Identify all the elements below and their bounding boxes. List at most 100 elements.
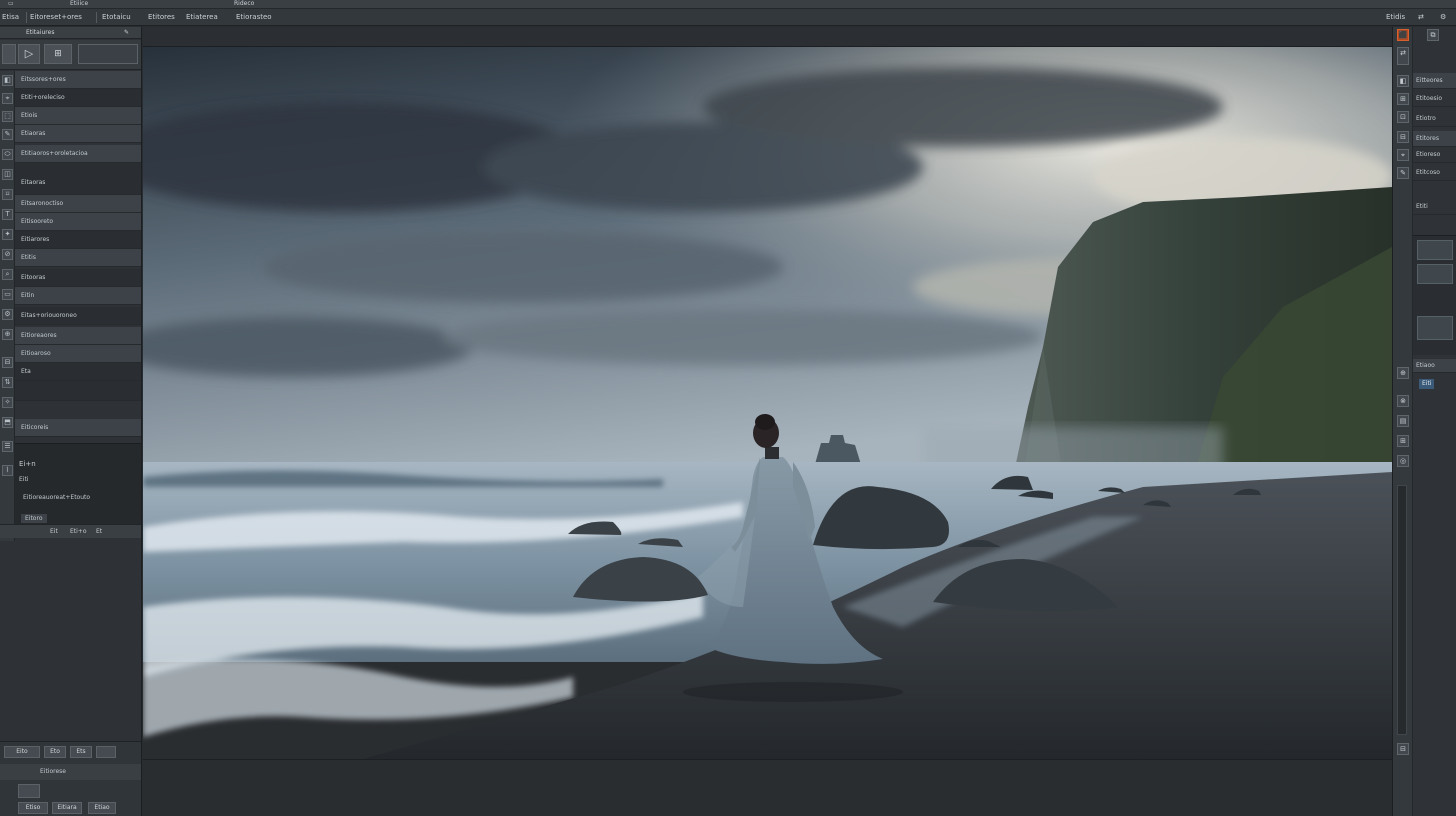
grid-icon[interactable]: ⊞: [44, 44, 72, 64]
bottom-button[interactable]: Eito: [4, 746, 40, 758]
eraser-icon[interactable]: ⊘: [2, 249, 13, 260]
bottom-button[interactable]: Etiso: [18, 802, 48, 814]
panel-icon[interactable]: ⊕: [1397, 367, 1409, 379]
menu-item-2[interactable]: Rideco: [234, 0, 274, 9]
swap-panel-icon[interactable]: ⇄: [1397, 47, 1409, 65]
lasso-icon[interactable]: ⬭: [2, 149, 13, 160]
options-item-2[interactable]: Eitoreset+ores: [30, 12, 82, 23]
thumbnail-box: [1417, 264, 1453, 284]
menu-icon[interactable]: ☰: [2, 441, 13, 452]
right-panel-row[interactable]: Etioreso: [1413, 147, 1456, 163]
left-panel-row[interactable]: Eitssores+ores: [15, 71, 141, 89]
left-panel-row[interactable]: Eitioaroso: [15, 345, 141, 363]
options-right-label[interactable]: Etidis: [1386, 12, 1405, 23]
left-panel-footer: Eit Eti+o Et: [0, 524, 141, 538]
layer-tag[interactable]: Eiti: [1419, 379, 1435, 389]
menu-item-1[interactable]: Etiiice: [70, 0, 100, 9]
left-panel-row[interactable]: [15, 381, 141, 401]
marquee-icon[interactable]: ⬚: [2, 111, 13, 122]
left-panel-row[interactable]: Eitooras: [15, 269, 141, 287]
frame-icon[interactable]: ▭: [2, 289, 13, 300]
sort-icon[interactable]: ⇅: [2, 377, 13, 388]
add-icon[interactable]: ⊕: [2, 329, 13, 340]
navigator-thumbnail[interactable]: [1413, 235, 1456, 355]
bottom-button[interactable]: Eto: [44, 746, 66, 758]
options-item-4[interactable]: Etitores: [148, 12, 175, 23]
right-panel-row[interactable]: Etitoesio: [1413, 91, 1456, 107]
right-panel-scrollbar[interactable]: [1397, 485, 1407, 735]
tool-preset-icon[interactable]: [2, 44, 16, 64]
left-panel-row[interactable]: Eitiarores: [15, 231, 141, 249]
options-item-5[interactable]: Etiaterea: [186, 12, 218, 23]
left-panel-row[interactable]: Etitis: [15, 249, 141, 267]
preview-label: Eiti: [19, 476, 29, 483]
fill-icon[interactable]: ⬒: [2, 417, 13, 428]
footer-label: Eti+o: [70, 528, 87, 535]
right-panel-row[interactable]: Etitores: [1413, 131, 1456, 147]
tool-options-box[interactable]: [78, 44, 138, 64]
image-canvas[interactable]: [143, 47, 1392, 759]
heal-icon[interactable]: ✦: [2, 229, 13, 240]
panel-icon[interactable]: ⌖: [1397, 149, 1409, 161]
options-bar: Etisa Eitoreset+ores Etotaicu Etitores E…: [0, 9, 1456, 26]
right-panel-row[interactable]: Etiotro: [1413, 111, 1456, 127]
panel-icon[interactable]: ⊟: [1397, 131, 1409, 143]
bottom-button[interactable]: [96, 746, 116, 758]
brush-icon[interactable]: ✎: [2, 129, 13, 140]
crop-icon[interactable]: ◫: [2, 169, 13, 180]
ruler-icon[interactable]: ⌇: [2, 465, 13, 476]
panel-icon[interactable]: ▤: [1397, 415, 1409, 427]
left-panel-row[interactable]: Eiticoreis: [15, 419, 141, 437]
right-panel-row[interactable]: Eitteores: [1413, 73, 1456, 89]
left-panel: Etitaiures ✎ ▷ ⊞ ◧ ⌖ ⬚ ✎ ⬭ ◫ ⌑ T ✦ ⊘ ⌕ ▭…: [0, 27, 142, 816]
duplicate-icon[interactable]: ⧉: [1427, 29, 1439, 41]
right-panel-row[interactable]: Etitcoso: [1413, 165, 1456, 181]
move-icon[interactable]: ⌖: [2, 93, 13, 104]
panel-icon[interactable]: ◧: [1397, 75, 1409, 87]
left-panel-row[interactable]: Etiaoras: [15, 125, 141, 143]
bottom-button[interactable]: Etiao: [88, 802, 116, 814]
bottom-button[interactable]: Eitiara: [52, 802, 82, 814]
document-tab-bar: [143, 27, 1392, 47]
panel-icon[interactable]: ✎: [1397, 167, 1409, 179]
record-icon[interactable]: ⬛: [1397, 29, 1409, 41]
options-item-6[interactable]: Etiorasteo: [236, 12, 272, 23]
left-panel-row[interactable]: Eta: [15, 363, 141, 381]
slice-icon[interactable]: ⌑: [2, 189, 13, 200]
preview-badge[interactable]: Eitoro: [21, 514, 47, 523]
panel-icon[interactable]: ⊡: [1397, 111, 1409, 123]
left-panel-row[interactable]: Eitisooreto: [15, 213, 141, 231]
minus-icon[interactable]: ⊟: [2, 357, 13, 368]
options-item-1[interactable]: Etisa: [2, 12, 19, 23]
left-panel-row[interactable]: Etiois: [15, 107, 141, 125]
zoom-icon[interactable]: ⌕: [2, 269, 13, 280]
left-panel-row[interactable]: Etiti+oreleciso: [15, 89, 141, 107]
left-panel-row[interactable]: Eitioreaores: [15, 327, 141, 345]
sparkle-icon[interactable]: ✧: [2, 397, 13, 408]
panel-icon[interactable]: ⊞: [1397, 435, 1409, 447]
gear-icon[interactable]: ⚙: [1440, 12, 1446, 23]
app-menu-icon[interactable]: ▭: [8, 0, 26, 9]
left-panel-row[interactable]: Eitaoras: [15, 163, 141, 195]
panel-icon[interactable]: ⊗: [1397, 395, 1409, 407]
panel-icon[interactable]: ⊞: [1397, 93, 1409, 105]
right-panel-row[interactable]: Etiti: [1413, 199, 1456, 215]
panel-icon[interactable]: ⊟: [1397, 743, 1409, 755]
left-panel-row[interactable]: Eitas+oriouoroneo: [15, 307, 141, 325]
play-icon[interactable]: ▷: [18, 44, 40, 64]
preview-label: Eitioreauoreat+Etouto: [23, 494, 91, 501]
select-icon[interactable]: ◧: [2, 75, 13, 86]
bottom-toggle[interactable]: [18, 784, 40, 798]
text-icon[interactable]: T: [2, 209, 13, 220]
options-item-3[interactable]: Etotaicu: [102, 12, 131, 23]
bottom-button[interactable]: Ets: [70, 746, 92, 758]
edit-icon[interactable]: ✎: [124, 27, 129, 39]
left-panel-header: Etitaiures ✎: [0, 27, 141, 39]
left-panel-row[interactable]: Eitin: [15, 287, 141, 305]
settings-icon[interactable]: ⚙: [2, 309, 13, 320]
swap-icon[interactable]: ⇄: [1418, 12, 1424, 23]
left-panel-row[interactable]: Eitsaronoctiso: [15, 195, 141, 213]
left-tool-strip: ◧ ⌖ ⬚ ✎ ⬭ ◫ ⌑ T ✦ ⊘ ⌕ ▭ ⚙ ⊕ ⊟ ⇅ ✧ ⬒ ☰ ⌇: [0, 71, 15, 541]
panel-icon[interactable]: ◎: [1397, 455, 1409, 467]
left-panel-row[interactable]: Etitiaoros+oroletacioa: [15, 145, 141, 163]
